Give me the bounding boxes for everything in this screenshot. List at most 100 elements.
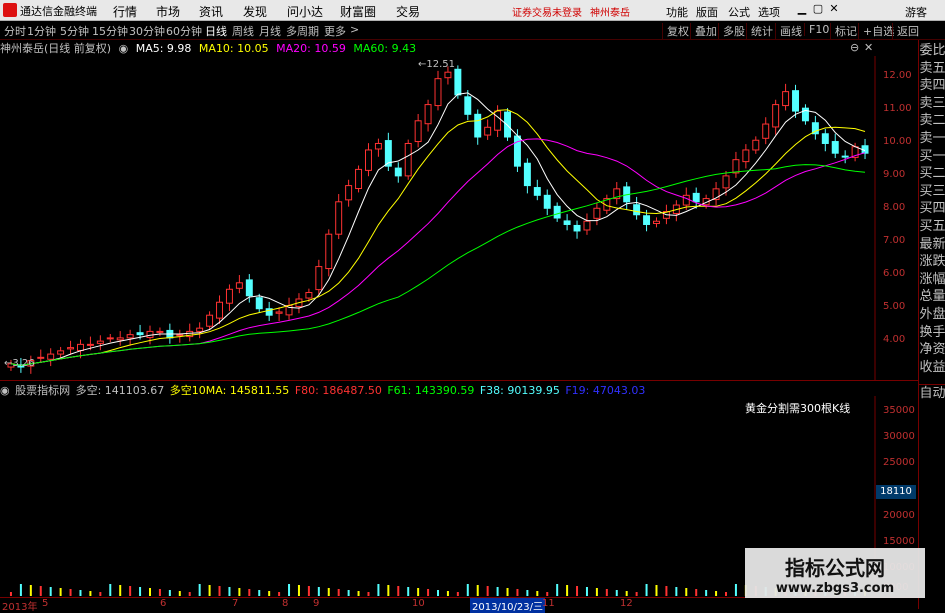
price-chart[interactable] bbox=[0, 56, 918, 380]
candle-body bbox=[593, 207, 601, 219]
period-15min[interactable]: 15分钟 bbox=[92, 23, 128, 39]
menu-gongneng[interactable]: 功能 bbox=[666, 4, 688, 20]
pane-divider[interactable] bbox=[0, 380, 918, 381]
tool-tongji[interactable]: 统计 bbox=[746, 23, 773, 39]
login-warning[interactable]: 证券交易未登录 bbox=[512, 4, 582, 19]
ma60-line bbox=[10, 164, 866, 366]
indicator-bar bbox=[466, 584, 469, 596]
menu-jiaoyi[interactable]: 交易 bbox=[396, 3, 420, 20]
tool-fuquan[interactable]: 复权 bbox=[662, 23, 689, 39]
price-axis-9: 9.00 bbox=[883, 169, 906, 180]
stock-period-title: 神州泰岳(日线 前复权) bbox=[0, 42, 112, 55]
sidebar-item-14[interactable]: 总量 bbox=[919, 288, 945, 306]
candle-body bbox=[533, 187, 541, 196]
indicator-bar bbox=[9, 592, 12, 596]
period-monthly[interactable]: 月线 bbox=[259, 23, 281, 39]
user-label[interactable]: 游客 bbox=[905, 4, 927, 20]
maximize-icon[interactable]: ▢ bbox=[812, 3, 824, 15]
candle-body bbox=[792, 90, 799, 112]
title-bar: 通达信金融终端 行情 市场 资讯 发现 问小达 财富圈 交易 证券交易未登录 神… bbox=[0, 0, 945, 21]
tool-fanhui[interactable]: 返回 bbox=[892, 23, 919, 39]
menu-faxian[interactable]: 发现 bbox=[243, 3, 267, 20]
menu-xuanxiang[interactable]: 选项 bbox=[758, 4, 780, 20]
tool-zixuan[interactable]: +自选 bbox=[858, 23, 894, 39]
settings-icon[interactable]: ◉ bbox=[119, 42, 129, 55]
tool-f10[interactable]: F10 bbox=[804, 23, 829, 36]
sidebar-item-7[interactable]: 买二 bbox=[919, 165, 945, 183]
candle-body bbox=[732, 159, 740, 174]
period-30min[interactable]: 30分钟 bbox=[129, 23, 165, 39]
minimize-icon[interactable]: ▁ bbox=[796, 3, 808, 15]
period-multi[interactable]: 多周期 bbox=[286, 23, 319, 39]
sidebar-item-6[interactable]: 买一 bbox=[919, 148, 945, 166]
sidebar-item-3[interactable]: 卖三 bbox=[919, 95, 945, 113]
candle-body bbox=[504, 111, 511, 138]
candles-group bbox=[7, 65, 869, 374]
candle-body bbox=[86, 343, 94, 346]
indicator-bar bbox=[278, 592, 281, 596]
ma5-line bbox=[10, 92, 866, 366]
menu-gongshi[interactable]: 公式 bbox=[728, 4, 750, 20]
sidebar-item-8[interactable]: 买三 bbox=[919, 183, 945, 201]
candle-body bbox=[772, 104, 780, 128]
sidebar-item-16[interactable]: 换手 bbox=[919, 324, 945, 342]
close-pane-icon[interactable]: ✕ bbox=[864, 41, 873, 54]
tool-diejia[interactable]: 叠加 bbox=[690, 23, 717, 39]
sidebar-item-0[interactable]: 委比 bbox=[919, 42, 945, 60]
period-weekly[interactable]: 周线 bbox=[232, 23, 254, 39]
watermark: 指标公式网 www.zbgs3.com bbox=[745, 548, 925, 598]
candle-body bbox=[235, 282, 243, 289]
sidebar-item-18[interactable]: 收益 bbox=[919, 359, 945, 377]
period-fenshi[interactable]: 分时 bbox=[4, 23, 26, 39]
indicator-bar bbox=[198, 584, 201, 596]
sidebar-auto[interactable]: 自动 bbox=[919, 384, 945, 403]
indicator-bar bbox=[188, 592, 191, 596]
indicator-bar bbox=[625, 591, 628, 596]
price-axis-12: 12.00 bbox=[883, 70, 912, 81]
indicator-bar bbox=[158, 589, 161, 596]
minus-icon[interactable]: ⊖ bbox=[850, 41, 859, 54]
indicator-bar bbox=[387, 585, 390, 596]
sidebar-item-1[interactable]: 卖五 bbox=[919, 60, 945, 78]
sidebar-item-17[interactable]: 净资 bbox=[919, 341, 945, 359]
tool-huaxian[interactable]: 画线 bbox=[775, 23, 802, 39]
ma60-value: MA60: 9.43 bbox=[353, 42, 417, 55]
tool-biaoji[interactable]: 标记 bbox=[830, 23, 857, 39]
period-daily[interactable]: 日线 bbox=[205, 23, 227, 39]
menu-zixun[interactable]: 资讯 bbox=[199, 3, 223, 20]
indicator-bar bbox=[665, 586, 668, 596]
stock-title: 神州泰岳 bbox=[590, 8, 630, 19]
close-icon[interactable]: ✕ bbox=[828, 3, 840, 15]
candle-body bbox=[513, 135, 521, 167]
sidebar-item-11[interactable]: 最新 bbox=[919, 236, 945, 254]
indicator-bar bbox=[317, 587, 320, 596]
period-1min[interactable]: 1分钟 bbox=[27, 23, 56, 39]
more-arrow-icon[interactable]: > bbox=[350, 23, 359, 36]
indicator-bar bbox=[307, 586, 310, 596]
menu-banmian[interactable]: 版面 bbox=[696, 4, 718, 20]
period-60min[interactable]: 60分钟 bbox=[166, 23, 202, 39]
tool-duogu[interactable]: 多股 bbox=[718, 23, 745, 39]
menu-caifuquan[interactable]: 财富圈 bbox=[340, 3, 376, 20]
sidebar-item-13[interactable]: 涨幅 bbox=[919, 271, 945, 289]
menu-wenxiaoda[interactable]: 问小达 bbox=[287, 3, 323, 20]
candle-body bbox=[156, 330, 164, 333]
sidebar-item-5[interactable]: 卖一 bbox=[919, 130, 945, 148]
menu-shichang[interactable]: 市场 bbox=[156, 3, 180, 20]
indicator-bar bbox=[29, 585, 32, 596]
indicator-bar bbox=[595, 588, 598, 596]
period-more[interactable]: 更多 bbox=[324, 23, 346, 39]
indicator-bar bbox=[248, 589, 251, 596]
candle-body bbox=[653, 220, 660, 225]
sidebar-item-15[interactable]: 外盘 bbox=[919, 306, 945, 324]
candle-body bbox=[206, 314, 214, 327]
sidebar-item-12[interactable]: 涨跌 bbox=[919, 253, 945, 271]
sidebar-item-2[interactable]: 卖四 bbox=[919, 77, 945, 95]
indicator-bar bbox=[19, 584, 22, 596]
menu-hangqing[interactable]: 行情 bbox=[113, 3, 137, 20]
sidebar-item-10[interactable]: 买五 bbox=[919, 218, 945, 236]
candle-body bbox=[77, 343, 84, 352]
sidebar-item-4[interactable]: 卖二 bbox=[919, 112, 945, 130]
period-5min[interactable]: 5分钟 bbox=[60, 23, 89, 39]
sidebar-item-9[interactable]: 买四 bbox=[919, 200, 945, 218]
